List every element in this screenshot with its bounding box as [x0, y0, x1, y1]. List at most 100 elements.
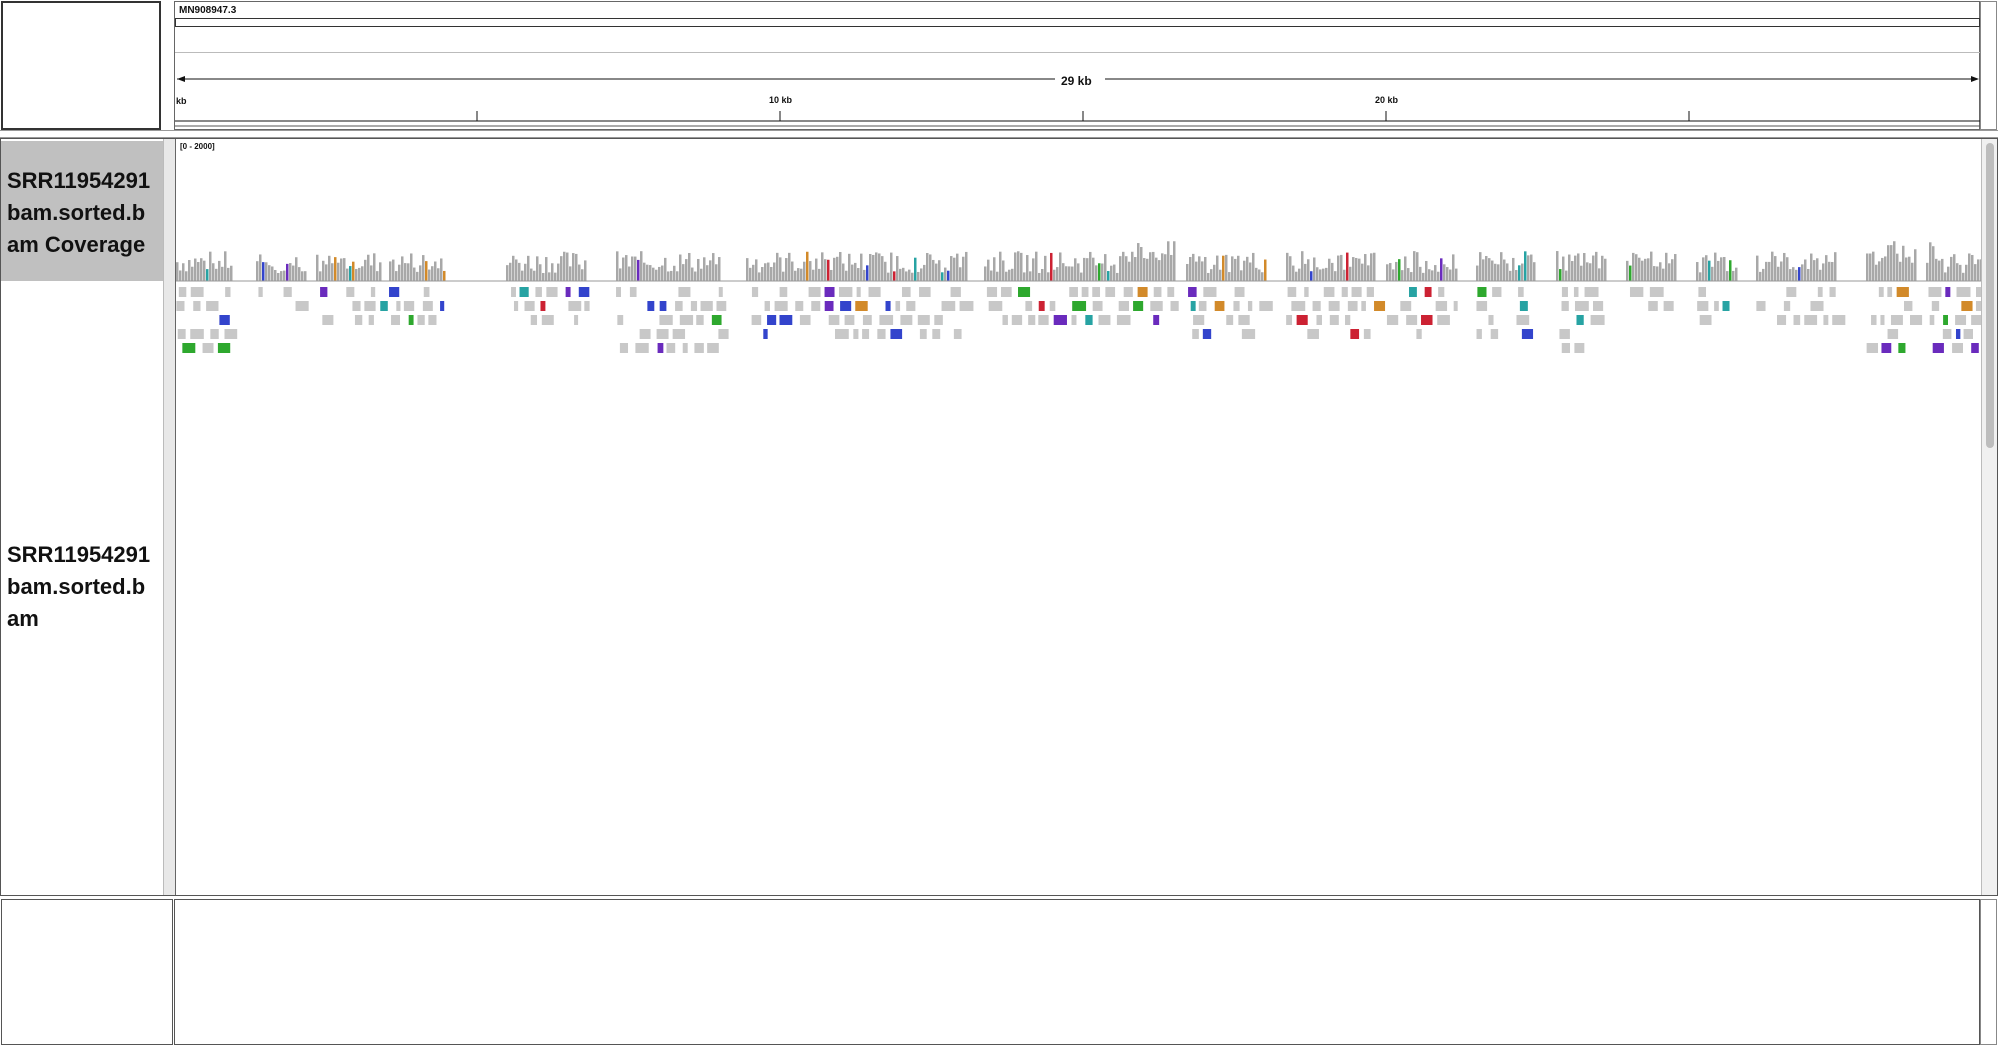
coverage-bar [947, 270, 950, 281]
coverage-bar [524, 263, 527, 281]
coverage-bar [1783, 252, 1786, 281]
coverage-bar [655, 269, 658, 281]
aligned-read [1241, 329, 1256, 339]
coverage-bar [1207, 272, 1210, 281]
coverage-bar [1974, 264, 1977, 281]
coverage-bar [197, 262, 200, 281]
aligned-read [1971, 343, 1979, 353]
aligned-read [1810, 301, 1824, 311]
coverage-bar [1756, 255, 1759, 281]
aligned-read [840, 301, 852, 311]
coverage-bar [881, 256, 884, 281]
chromosome-ideogram[interactable] [175, 18, 1980, 27]
coverage-bar [280, 271, 283, 281]
coverage-bar [1905, 257, 1908, 281]
coverage-bar [1419, 266, 1422, 281]
coverage-bar [1392, 269, 1395, 281]
coverage-bar [1322, 268, 1325, 281]
aligned-read [176, 301, 185, 311]
coverage-bar [1080, 272, 1083, 281]
coverage-bar [1641, 260, 1644, 281]
coverage-bar [1186, 263, 1189, 281]
track-names-panel: SRR11954291 bam.sorted.b am Coverage SRR… [1, 139, 163, 895]
coverage-bar [950, 256, 953, 281]
aligned-read [1366, 287, 1374, 297]
aligned-read [423, 287, 430, 297]
coverage-bar [1086, 258, 1089, 281]
aligned-read [1881, 343, 1892, 353]
aligned-read [696, 315, 704, 325]
header-divider[interactable] [0, 130, 1998, 138]
coverage-bar [1935, 258, 1938, 281]
coverage-bar [1875, 264, 1878, 281]
coverage-bar [785, 258, 788, 281]
coverage-bar [1944, 272, 1947, 281]
coverage-bar [1005, 271, 1008, 281]
coverage-bar [1813, 260, 1816, 281]
coverage-bar [827, 259, 830, 281]
aligned-read [1477, 287, 1487, 297]
coverage-bar [679, 254, 682, 281]
coverage-bar [262, 262, 265, 281]
aligned-read [1561, 287, 1568, 297]
aligned-read [659, 301, 667, 311]
coverage-bar [346, 268, 349, 281]
coverage-bar [1714, 252, 1717, 281]
coverage-bar [572, 253, 575, 281]
coverage-track-name[interactable]: SRR11954291 bam.sorted.b am Coverage [1, 141, 163, 281]
coverage-bar [944, 267, 947, 281]
coverage-bar [1155, 257, 1158, 281]
coverage-bar [1373, 252, 1376, 281]
coverage-bar [1337, 255, 1340, 281]
scrollbar-thumb[interactable] [1986, 143, 1994, 448]
data-panel-scrollbar[interactable] [1981, 139, 1997, 895]
tracks-data-area[interactable]: [0 - 2000] [175, 139, 1981, 895]
coverage-bar [1361, 263, 1364, 281]
feature-data-panel[interactable] [174, 899, 1980, 1045]
coverage-bar [755, 259, 758, 281]
coverage-bar [1201, 261, 1204, 281]
ruler[interactable] [175, 106, 1981, 130]
coverage-bar [700, 268, 703, 281]
track-canvas[interactable] [176, 139, 1981, 895]
coverage-bar [349, 266, 352, 281]
aligned-read [919, 329, 927, 339]
coverage-bar [539, 264, 542, 281]
coverage-bar [1632, 252, 1635, 281]
coverage-bar [791, 261, 794, 281]
coverage-bar [1828, 261, 1831, 281]
coverage-bar [298, 267, 301, 281]
coverage-bar [1304, 263, 1307, 281]
aligned-read [1345, 315, 1351, 325]
coverage-bar [1911, 262, 1914, 281]
coverage-bar [398, 264, 401, 281]
aligned-read [767, 315, 777, 325]
aligned-read [1105, 287, 1116, 297]
alignment-track-name[interactable]: SRR11954291 bam.sorted.b am [1, 539, 163, 639]
coverage-bar [1530, 254, 1533, 281]
coverage-bar [682, 264, 685, 281]
coverage-bar [1352, 257, 1355, 281]
coverage-bar [1228, 272, 1231, 281]
coverage-bar [1804, 259, 1807, 281]
coverage-bar [863, 269, 866, 281]
coverage-bar [1765, 261, 1768, 281]
coverage-bar [554, 272, 557, 281]
aligned-read [1956, 287, 1971, 297]
aligned-read [206, 301, 219, 311]
coverage-bar [1011, 268, 1014, 281]
aligned-read [389, 287, 400, 297]
aligned-read [535, 287, 542, 297]
coverage-bar [767, 262, 770, 281]
coverage-bar [268, 265, 271, 281]
coverage-bar [1367, 265, 1370, 281]
coverage-bar [1671, 259, 1674, 281]
coverage-bar [1485, 256, 1488, 281]
coverage-bar [1705, 255, 1708, 281]
aligned-read [1971, 315, 1981, 325]
aligned-read [1931, 301, 1940, 311]
aligned-read [900, 315, 913, 325]
coverage-bar [1198, 256, 1201, 281]
coverage-bar [1717, 260, 1720, 281]
aligned-read [1492, 287, 1502, 297]
